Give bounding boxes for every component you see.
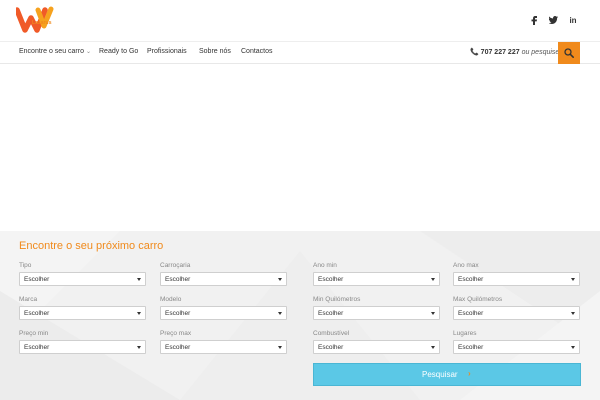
preco-max-value: Escolher xyxy=(165,344,191,351)
chevron-right-icon: › xyxy=(468,369,471,378)
lugares-label: Lugares xyxy=(453,330,477,337)
twitter-icon[interactable] xyxy=(547,16,559,26)
search-button[interactable] xyxy=(558,42,580,64)
preco-min-label: Preço min xyxy=(19,330,49,337)
logo-wordmark: Lazarus xyxy=(32,20,52,26)
tipo-select[interactable]: Escolher xyxy=(19,272,146,286)
search-icon xyxy=(564,48,574,58)
combustivel-select[interactable]: Escolher xyxy=(313,340,440,354)
tipo-value: Escolher xyxy=(24,276,50,283)
ano-min-label: Ano min xyxy=(313,262,337,269)
marca-select[interactable]: Escolher xyxy=(19,306,146,320)
preco-max-select[interactable]: Escolher xyxy=(160,340,287,354)
search-panel: Encontre o seu próximo carro Tipo Escolh… xyxy=(0,231,600,400)
top-header: Lazarus in xyxy=(0,0,600,42)
phone-icon: 📞 xyxy=(470,49,479,56)
search-panel-title: Encontre o seu próximo carro xyxy=(19,240,164,252)
caret-down-icon xyxy=(137,312,141,315)
preco-min-value: Escolher xyxy=(24,344,50,351)
nav-item-profissionais[interactable]: Profissionais xyxy=(147,48,187,55)
nav-item-contactos[interactable]: Contactos xyxy=(241,48,273,55)
max-km-label: Max Quilómetros xyxy=(453,296,503,303)
lugares-select[interactable]: Escolher xyxy=(453,340,580,354)
max-km-select[interactable]: Escolher xyxy=(453,306,580,320)
max-km-value: Escolher xyxy=(458,310,484,317)
caret-down-icon xyxy=(571,278,575,281)
marca-value: Escolher xyxy=(24,310,50,317)
linkedin-icon[interactable]: in xyxy=(567,16,579,25)
marca-label: Marca xyxy=(19,296,38,303)
caret-down-icon xyxy=(431,346,435,349)
ano-max-label: Ano max xyxy=(453,262,479,269)
caret-down-icon xyxy=(431,312,435,315)
caret-down-icon xyxy=(571,346,575,349)
modelo-label: Modelo xyxy=(160,296,182,303)
ano-min-select[interactable]: Escolher xyxy=(313,272,440,286)
carrocaria-select[interactable]: Escolher xyxy=(160,272,287,286)
tipo-label: Tipo xyxy=(19,262,32,269)
min-km-label: Min Quilómetros xyxy=(313,296,361,303)
caret-down-icon xyxy=(278,312,282,315)
preco-max-label: Preço max xyxy=(160,330,192,337)
nav-item-label: Encontre o seu carro xyxy=(19,48,84,55)
ano-min-value: Escolher xyxy=(318,276,344,283)
caret-down-icon xyxy=(571,312,575,315)
modelo-value: Escolher xyxy=(165,310,191,317)
main-nav: Encontre o seu carro ⌄ Ready to Go Profis… xyxy=(0,41,600,64)
preco-min-select[interactable]: Escolher xyxy=(19,340,146,354)
ano-max-select[interactable]: Escolher xyxy=(453,272,580,286)
caret-down-icon xyxy=(278,278,282,281)
combustivel-value: Escolher xyxy=(318,344,344,351)
carrocaria-label: Carroçaria xyxy=(160,262,191,269)
modelo-select[interactable]: Escolher xyxy=(160,306,287,320)
pesquisar-button[interactable]: Pesquisar › xyxy=(313,363,581,386)
min-km-value: Escolher xyxy=(318,310,344,317)
phone-number: 707 227 227 xyxy=(480,49,520,56)
nav-item-sobre-nos[interactable]: Sobre nós xyxy=(199,48,231,55)
chevron-down-icon: ⌄ xyxy=(85,49,92,55)
phone-suffix: ou pesquise xyxy=(521,49,560,56)
ano-max-value: Escolher xyxy=(458,276,484,283)
combustivel-label: Combustível xyxy=(313,330,350,337)
nav-item-encontre-carro[interactable]: Encontre o seu carro ⌄ xyxy=(19,48,91,55)
nav-item-ready-to-go[interactable]: Ready to Go xyxy=(99,48,138,55)
phone-contact[interactable]: 📞 707 227 227 ou pesquise xyxy=(470,48,559,56)
page: Lazarus in Encontre o seu carro ⌄ Ready t… xyxy=(0,0,600,400)
carrocaria-value: Escolher xyxy=(165,276,191,283)
caret-down-icon xyxy=(278,346,282,349)
caret-down-icon xyxy=(431,278,435,281)
caret-down-icon xyxy=(137,278,141,281)
min-km-select[interactable]: Escolher xyxy=(313,306,440,320)
facebook-icon[interactable] xyxy=(528,16,540,27)
lugares-value: Escolher xyxy=(458,344,484,351)
pesquisar-label: Pesquisar xyxy=(422,370,458,379)
caret-down-icon xyxy=(137,346,141,349)
